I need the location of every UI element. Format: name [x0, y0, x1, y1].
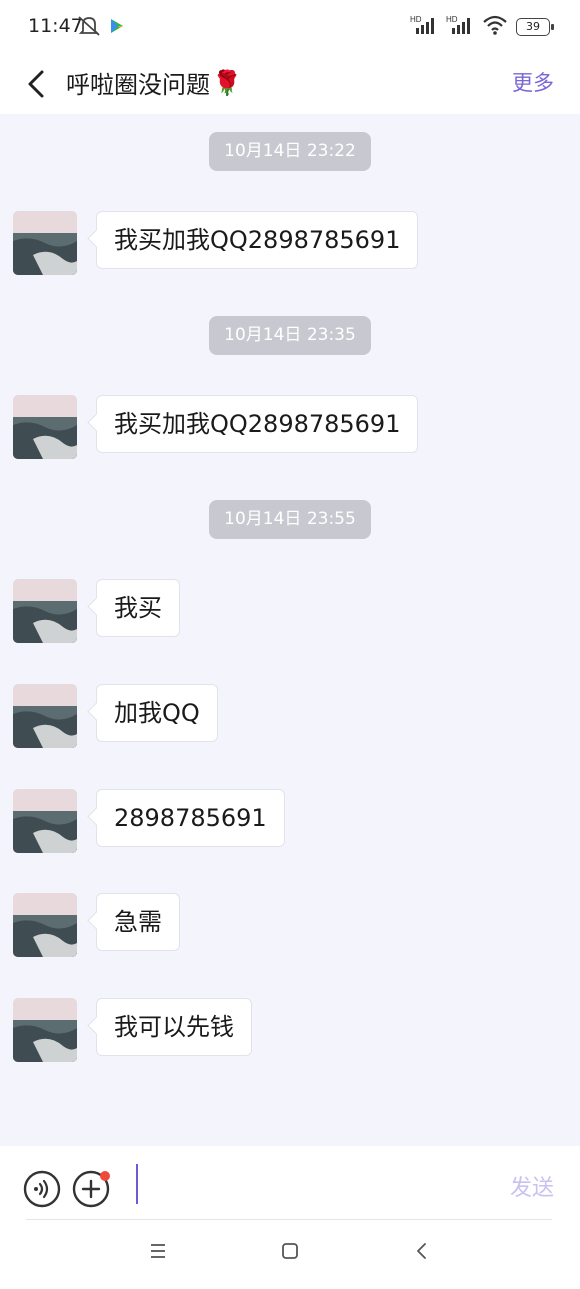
message-bubble[interactable]: 加我QQ: [96, 684, 218, 742]
timestamp-pill: 10月14日 23:35: [209, 316, 371, 355]
more-button[interactable]: 更多: [512, 67, 554, 97]
chat-title-text: 呼啦圈没问题: [66, 71, 210, 99]
message-bubble[interactable]: 我可以先钱: [96, 998, 252, 1056]
status-time: 11:47: [28, 15, 83, 37]
play-store-icon: [110, 18, 124, 38]
notification-dot: [100, 1171, 110, 1181]
plus-circle-icon: [72, 1170, 110, 1212]
input-bar: 发送: [0, 1146, 580, 1289]
menu-icon[interactable]: [147, 1240, 169, 1266]
battery-icon: 39: [516, 18, 554, 36]
home-icon[interactable]: [279, 1240, 301, 1266]
avatar[interactable]: [13, 684, 77, 748]
message-input[interactable]: [136, 1164, 486, 1204]
status-bar: 11:47 HD HD 39: [0, 0, 580, 56]
send-button[interactable]: 发送: [510, 1170, 554, 1202]
wifi-icon: [482, 14, 508, 40]
avatar[interactable]: [13, 789, 77, 853]
signal-hd-icon: HD: [410, 14, 438, 40]
back-button[interactable]: [22, 64, 52, 104]
message-bubble[interactable]: 我买加我QQ2898785691: [96, 395, 419, 453]
voice-icon: [23, 1170, 61, 1212]
message-bubble[interactable]: 急需: [96, 893, 180, 951]
timestamp-pill: 10月14日 23:22: [209, 132, 371, 171]
voice-button[interactable]: [23, 1170, 61, 1208]
avatar[interactable]: [13, 395, 77, 459]
timestamp-pill: 10月14日 23:55: [209, 500, 371, 539]
avatar[interactable]: [13, 211, 77, 275]
system-nav-bar: [0, 1232, 580, 1276]
mute-icon: [76, 14, 102, 42]
message-bubble[interactable]: 2898785691: [96, 789, 285, 847]
rose-emoji: 🌹: [212, 68, 242, 97]
message-bubble[interactable]: 我买加我QQ2898785691: [96, 211, 419, 269]
svg-text:HD: HD: [410, 15, 422, 24]
chevron-left-icon: [22, 70, 52, 108]
avatar[interactable]: [13, 998, 77, 1062]
chat-title: 呼啦圈没问题 🌹: [66, 65, 242, 100]
svg-text:HD: HD: [446, 15, 458, 24]
signal-hd-icon: HD: [446, 14, 474, 40]
avatar[interactable]: [13, 893, 77, 957]
chat-header: 呼啦圈没问题 🌹 更多: [0, 56, 580, 114]
divider: [26, 1219, 552, 1220]
message-bubble[interactable]: 我买: [96, 579, 180, 637]
avatar[interactable]: [13, 579, 77, 643]
nav-back-icon[interactable]: [411, 1240, 433, 1266]
